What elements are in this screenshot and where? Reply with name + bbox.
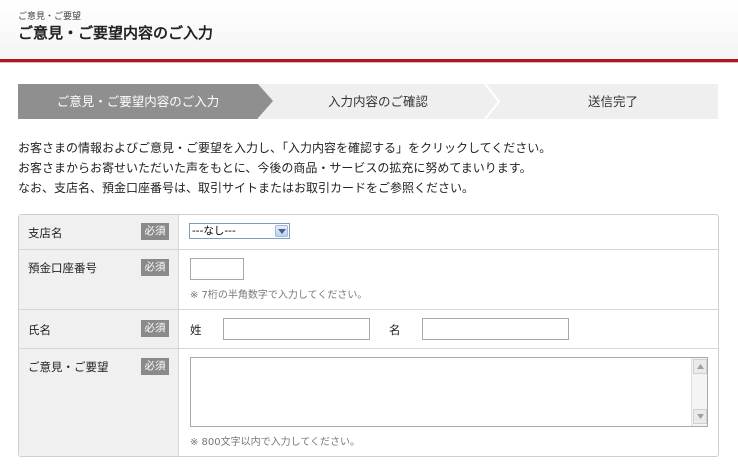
intro-line: お客さまからお寄せいただいた声をもとに、今後の商品・サービスの拡充に努めてまいり… (18, 161, 532, 175)
form-row-name: 氏名 必須 姓 名 (19, 310, 718, 349)
required-badge: 必須 (141, 223, 169, 240)
inquiry-form: 支店名 必須 ---なし--- 預金口座番号 必須 ※ 7桁の半角数字で入力して… (18, 214, 719, 457)
branch-label: 支店名 (28, 226, 63, 240)
required-badge: 必須 (141, 358, 169, 375)
name-label: 氏名 (28, 323, 51, 337)
opinion-note: ※ 800文字以内で入力してください。 (190, 437, 361, 448)
last-name-input[interactable] (223, 318, 370, 340)
page-title: ご意見・ご要望内容のご入力 (18, 24, 214, 42)
account-label: 預金口座番号 (28, 261, 97, 275)
field-label-cell: 支店名 必須 (19, 215, 179, 249)
first-name-label: 名 (389, 323, 401, 337)
account-number-input[interactable] (190, 258, 244, 280)
form-row-opinion: ご意見・ご要望 必須 ※ 800文字以内で入力してください。 (19, 349, 718, 456)
first-name-input[interactable] (422, 318, 569, 340)
field-label-cell: ご意見・ご要望 必須 (19, 349, 179, 456)
scroll-up-icon[interactable] (693, 359, 707, 374)
scroll-down-icon[interactable] (693, 409, 707, 424)
required-badge: 必須 (141, 259, 169, 276)
required-badge: 必須 (141, 320, 169, 337)
step-arrow-active (258, 84, 273, 118)
form-row-branch: 支店名 必須 ---なし--- (19, 215, 718, 250)
opinion-textarea[interactable] (190, 357, 708, 427)
step-complete: 送信完了 (587, 94, 638, 109)
intro-line: お客さまの情報およびご意見・ご要望を入力し、「入力内容を確認する」をクリックして… (18, 141, 552, 155)
textarea-scrollbar[interactable] (691, 358, 707, 426)
header-divider-shadow (0, 62, 738, 63)
step-input: ご意見・ご要望内容のご入力 (18, 84, 258, 119)
branch-select[interactable]: ---なし--- (189, 223, 290, 239)
field-label-cell: 氏名 必須 (19, 310, 179, 348)
branch-select-value: ---なし--- (192, 225, 236, 237)
opinion-label: ご意見・ご要望 (28, 360, 109, 374)
step-confirm: 入力内容のご確認 (327, 94, 428, 109)
field-label-cell: 預金口座番号 必須 (19, 250, 179, 309)
intro-text: お客さまの情報およびご意見・ご要望を入力し、「入力内容を確認する」をクリックして… (18, 138, 718, 198)
breadcrumb: ご意見・ご要望 (18, 12, 82, 22)
progress-steps: ご意見・ご要望内容のご入力 入力内容のご確認 送信完了 (18, 84, 718, 119)
chevron-down-icon[interactable] (275, 225, 288, 237)
form-row-account: 預金口座番号 必須 ※ 7桁の半角数字で入力してください。 (19, 250, 718, 310)
last-name-label: 姓 (190, 323, 202, 337)
account-note: ※ 7桁の半角数字で入力してください。 (190, 290, 368, 301)
intro-line: なお、支店名、預金口座番号は、取引サイトまたはお取引カードをご参照ください。 (18, 181, 475, 195)
step-separator-icon (484, 84, 501, 119)
page-header: ご意見・ご要望 ご意見・ご要望内容のご入力 (0, 0, 738, 63)
